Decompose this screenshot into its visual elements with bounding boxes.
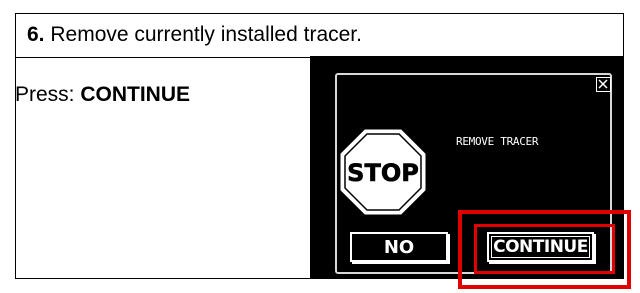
instruction-action: CONTINUE (80, 83, 191, 106)
close-icon (598, 79, 608, 89)
continue-button[interactable]: CONTINUE (487, 232, 594, 262)
step-description: Remove currently installed tracer. (44, 23, 362, 46)
no-button[interactable]: NO (350, 232, 448, 262)
stop-sign-icon: STOP (340, 129, 426, 215)
instruction-text: Press: CONTINUE (15, 82, 190, 108)
step-number: 6. (27, 23, 45, 46)
instruction-prefix: Press: (15, 83, 81, 106)
step-header: 6. Remove currently installed tracer. (16, 14, 623, 58)
dialog-message: REMOVE TRACER (456, 135, 539, 148)
close-button[interactable] (596, 77, 611, 92)
step-title: 6. Remove currently installed tracer. (27, 22, 362, 48)
stop-sign-label: STOP (347, 159, 419, 187)
